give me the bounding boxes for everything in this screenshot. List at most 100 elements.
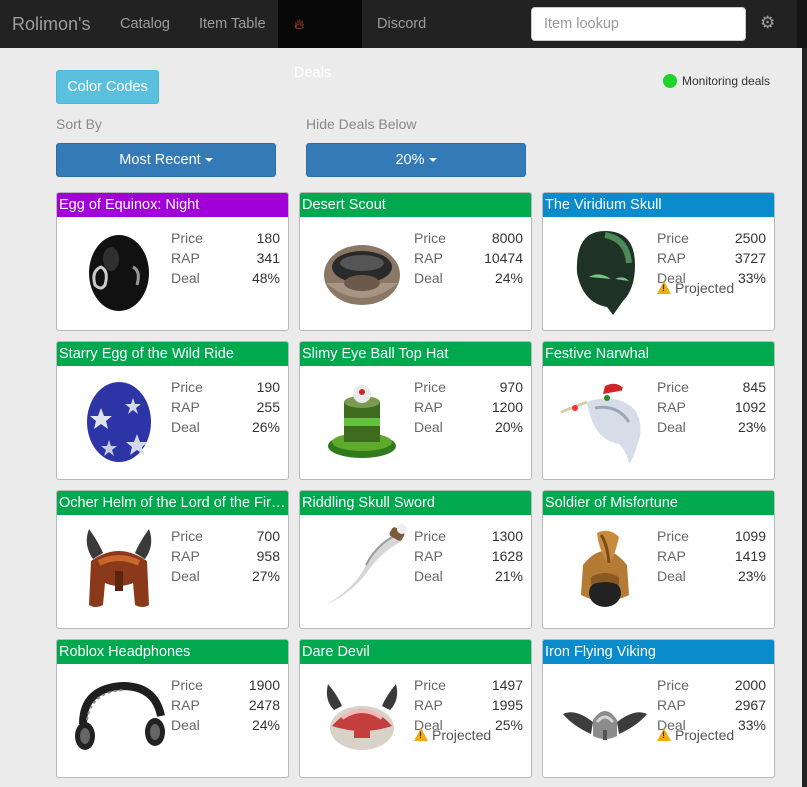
deal-card-title[interactable]: Ocher Helm of the Lord of the Fire… <box>57 491 288 515</box>
deal-value: 33% <box>737 270 766 286</box>
price-label: Price <box>171 379 203 395</box>
brand-logo[interactable]: Rolimon's <box>12 0 90 48</box>
hide-deals-dropdown[interactable]: 20% <box>306 143 526 177</box>
green-skull-icon[interactable] <box>557 223 653 319</box>
price-value: 845 <box>742 379 766 395</box>
deal-card[interactable]: Iron Flying Viking Price 2000 RAP 2967 Deal 33… <box>542 639 775 778</box>
winged-helm-icon[interactable] <box>557 670 653 766</box>
deal-card[interactable]: Festive Narwhal Price 845 RAP 1092 Deal 23% <box>542 341 775 480</box>
price-label: Price <box>171 528 203 544</box>
price-label: Price <box>414 528 446 544</box>
deal-card-title[interactable]: Soldier of Misfortune <box>543 491 774 515</box>
headphones-icon[interactable] <box>71 670 167 766</box>
deal-value: 27% <box>251 568 280 584</box>
hide-deals-value: 20% <box>395 152 425 168</box>
price-label: Price <box>657 528 689 544</box>
deal-label: Deal <box>657 419 686 435</box>
rap-value: 341 <box>256 250 280 266</box>
color-codes-button[interactable]: Color Codes <box>56 70 159 104</box>
horned-helm-icon[interactable] <box>71 521 167 617</box>
projected-badge: Projected <box>414 725 491 745</box>
nav-item-table[interactable]: Item Table <box>183 0 282 48</box>
rap-label: RAP <box>414 697 443 713</box>
deal-card[interactable]: Starry Egg of the Wild Ride Price 190 RAP 25… <box>56 341 289 480</box>
nav-discord[interactable]: Discord <box>361 0 442 48</box>
rap-value: 1419 <box>734 548 766 564</box>
deal-value: 33% <box>737 717 766 733</box>
price-label: Price <box>657 379 689 395</box>
rap-value: 3727 <box>734 250 766 266</box>
item-lookup-input[interactable] <box>531 7 746 41</box>
deal-value: 48% <box>251 270 280 286</box>
projected-text: Projected <box>675 727 735 743</box>
price-value: 190 <box>256 379 280 395</box>
soldier-helm-icon[interactable] <box>557 521 653 617</box>
rap-value: 1092 <box>734 399 766 415</box>
rap-label: RAP <box>657 250 686 266</box>
deal-card-title[interactable]: Starry Egg of the Wild Ride <box>57 342 288 366</box>
deal-card[interactable]: Slimy Eye Ball Top Hat Price 970 RAP 1200 Dea… <box>299 341 532 480</box>
deal-label: Deal <box>414 270 443 286</box>
deal-value: 23% <box>737 568 766 584</box>
deal-card-title[interactable]: Egg of Equinox: Night <box>57 193 288 217</box>
black-egg-icon[interactable] <box>71 223 167 319</box>
narwhal-icon[interactable] <box>557 372 653 468</box>
deal-card-title[interactable]: Festive Narwhal <box>543 342 774 366</box>
rap-label: RAP <box>657 548 686 564</box>
nav-catalog[interactable]: Catalog <box>104 0 186 48</box>
navbar-overflow-strip <box>797 0 807 48</box>
sort-by-value: Most Recent <box>119 152 201 168</box>
deal-card-title[interactable]: Roblox Headphones <box>57 640 288 664</box>
projected-badge: Projected <box>657 278 734 298</box>
price-value: 1497 <box>491 677 523 693</box>
deal-value: 21% <box>494 568 523 584</box>
nav-deals-label: Deals <box>294 65 332 81</box>
deal-card[interactable]: Desert Scout Price 8000 RAP 10474 Deal 24% <box>299 192 532 331</box>
warning-icon <box>414 728 428 741</box>
sort-by-label: Sort By <box>56 116 102 132</box>
top-navbar: Rolimon's Catalog Item Table 🔥︎ Deals Dis… <box>0 0 807 81</box>
deal-card[interactable]: Dare DevilPrice1497RAP1995Deal25%Project… <box>299 639 532 778</box>
price-value: 2000 <box>734 677 766 693</box>
deal-card-title[interactable]: Riddling Skull Sword <box>300 491 531 515</box>
deal-value: 24% <box>251 717 280 733</box>
deal-card-title[interactable]: Dare Devil <box>300 640 531 664</box>
slimy-hat-icon[interactable] <box>314 372 410 468</box>
price-value: 1900 <box>248 677 280 693</box>
rap-value: 10474 <box>484 250 523 266</box>
sword-icon[interactable] <box>314 521 410 617</box>
deal-label: Deal <box>414 419 443 435</box>
rap-label: RAP <box>171 548 200 564</box>
price-value: 1099 <box>734 528 766 544</box>
deal-card[interactable]: Roblox Headphones Price 1900 RAP 2478 Deal 24% <box>56 639 289 778</box>
starry-egg-icon[interactable] <box>71 372 167 468</box>
deal-card[interactable]: The Viridium Skull Price 2500 RAP 3727 Deal 33… <box>542 192 775 331</box>
monitoring-text: Monitoring deals <box>682 74 771 88</box>
deal-card-title[interactable]: Desert Scout <box>300 193 531 217</box>
rap-label: RAP <box>657 399 686 415</box>
warning-icon <box>657 728 671 741</box>
deal-label: Deal <box>657 568 686 584</box>
deal-card-title[interactable]: Slimy Eye Ball Top Hat <box>300 342 531 366</box>
rap-label: RAP <box>171 399 200 415</box>
rap-value: 1628 <box>491 548 523 564</box>
deal-card[interactable]: Riddling Skull Sword Price 1300 RAP 1628 Deal… <box>299 490 532 629</box>
deal-card[interactable]: Soldier of Misfortune Price 1099 RAP 1419 Dea… <box>542 490 775 629</box>
price-value: 970 <box>499 379 523 395</box>
gear-icon[interactable]: ⚙ <box>760 14 776 32</box>
price-value: 180 <box>256 230 280 246</box>
price-value: 8000 <box>491 230 523 246</box>
desert-scout-icon[interactable] <box>314 223 410 319</box>
sort-by-dropdown[interactable]: Most Recent <box>56 143 276 177</box>
nav-deals[interactable]: 🔥︎ Deals <box>278 0 362 81</box>
deal-card-title[interactable]: Iron Flying Viking <box>543 640 774 664</box>
dare-devil-icon[interactable] <box>314 670 410 766</box>
deal-value: 20% <box>494 419 523 435</box>
deal-label: Deal <box>171 568 200 584</box>
deal-card[interactable]: Ocher Helm of the Lord of the Fire… Price… <box>56 490 289 629</box>
price-label: Price <box>414 230 446 246</box>
deal-card-title[interactable]: The Viridium Skull <box>543 193 774 217</box>
deal-card[interactable]: Egg of Equinox: Night Price 180 RAP 341 Deal 4… <box>56 192 289 331</box>
rap-value: 958 <box>256 548 280 564</box>
deal-label: Deal <box>171 717 200 733</box>
